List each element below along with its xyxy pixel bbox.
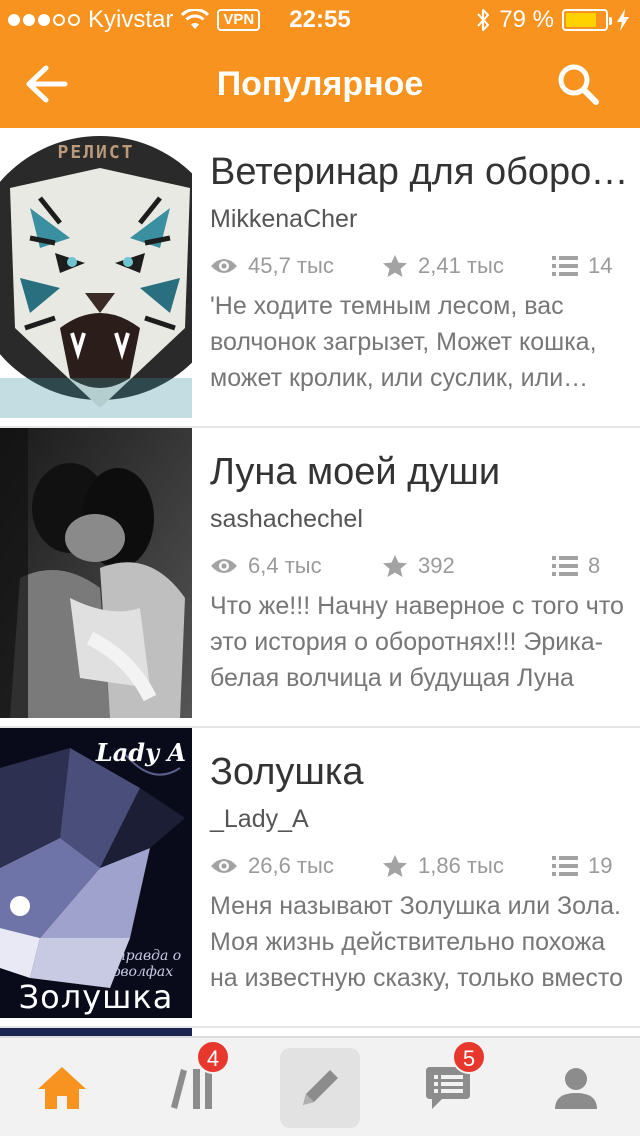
votes-stat: 2,41 тыс <box>382 253 552 279</box>
profile-icon <box>555 1068 597 1109</box>
views-count: 6,4 тыс <box>248 553 322 578</box>
star-icon <box>383 855 407 877</box>
search-icon <box>558 64 599 105</box>
story-item[interactable]: РЕЛИСТ Ветеринар для оборотней MikkenaCh… <box>0 128 640 428</box>
story-item[interactable] <box>0 1028 640 1036</box>
couple-cover-image <box>0 428 192 718</box>
star-icon <box>383 555 407 577</box>
story-item[interactable]: Lady A Вся правда о Верволфах Золушка Зо… <box>0 728 640 1028</box>
tab-write[interactable] <box>280 1048 360 1128</box>
list-icon <box>552 556 578 576</box>
story-title[interactable]: Луна моей души <box>210 448 630 496</box>
views-count: 45,7 тыс <box>248 253 334 278</box>
story-item[interactable]: Луна моей души sashachechel 6,4 тыс 392 … <box>0 428 640 728</box>
cover-label: РЕЛИСТ <box>57 142 135 163</box>
story-author[interactable]: _Lady_A <box>210 802 630 836</box>
views-stat: 45,7 тыс <box>210 253 382 279</box>
story-author[interactable]: MikkenaCher <box>210 202 630 236</box>
tiger-cover-image <box>0 128 192 418</box>
parts-count: 14 <box>588 253 613 278</box>
story-stats: 26,6 тыс 1,86 тыс 19 <box>210 848 630 884</box>
charging-icon <box>617 9 629 31</box>
tab-profile[interactable] <box>536 1048 616 1128</box>
cover-image <box>0 1028 192 1036</box>
story-description: Меня называют Золушка или Зола. Моя жизн… <box>210 892 623 992</box>
eye-icon <box>211 259 237 273</box>
votes-count: 1,86 тыс <box>418 853 504 878</box>
bluetooth-icon <box>477 9 490 31</box>
library-badge: 4 <box>196 1040 230 1074</box>
top-bar: Kyivstar VPN 22:55 79 % Популярное <box>0 0 640 128</box>
story-cover[interactable] <box>0 428 192 718</box>
story-list[interactable]: РЕЛИСТ Ветеринар для оборотней MikkenaCh… <box>0 128 640 1036</box>
eye-icon <box>211 859 237 873</box>
views-stat: 6,4 тыс <box>210 553 382 579</box>
story-cover[interactable] <box>0 1028 192 1036</box>
pencil-icon <box>303 1070 338 1105</box>
cover-sub-label: Вся правда о Верволфах <box>84 948 182 980</box>
votes-stat: 392 <box>382 553 552 579</box>
story-description: 'Не ходите темным лесом, вас волчонок за… <box>210 292 597 392</box>
parts-stat: 14 <box>552 253 612 279</box>
story-info[interactable]: Золушка _Lady_A 26,6 тыс 1,86 тыс 19 Мен… <box>192 728 640 1026</box>
page-title: Популярное <box>216 65 424 103</box>
home-icon <box>38 1067 86 1109</box>
list-icon <box>552 256 578 276</box>
search-button[interactable] <box>552 58 604 110</box>
parts-count: 19 <box>588 853 613 878</box>
tab-messages[interactable]: 5 <box>408 1040 488 1128</box>
story-author[interactable]: sashachechel <box>210 502 630 536</box>
story-stats: 45,7 тыс 2,41 тыс 14 <box>210 248 630 284</box>
status-bar: Kyivstar VPN 22:55 79 % <box>0 0 640 40</box>
votes-count: 392 <box>418 553 455 578</box>
story-info[interactable]: Ветеринар для оборотней MikkenaCher 45,7… <box>192 128 640 426</box>
cover-label: Золушка <box>18 978 174 1016</box>
cover-top-label: Lady A <box>95 738 186 767</box>
story-description: Что же!!! Начну наверное с того что это … <box>210 592 624 692</box>
votes-stat: 1,86 тыс <box>382 853 552 879</box>
parts-stat: 19 <box>552 853 612 879</box>
battery-icon <box>562 9 612 31</box>
parts-stat: 8 <box>552 553 600 579</box>
votes-count: 2,41 тыс <box>418 253 504 278</box>
status-right: 79 % <box>475 6 630 33</box>
views-stat: 26,6 тыс <box>210 853 382 879</box>
battery-percent: 79 % <box>499 6 554 33</box>
story-title[interactable]: Ветеринар для оборотней <box>210 148 630 196</box>
tab-bar: 4 5 <box>0 1036 640 1136</box>
eye-icon <box>211 559 237 573</box>
story-cover[interactable]: Lady A Вся правда о Верволфах Золушка <box>0 728 192 1018</box>
app-header: Популярное <box>0 40 640 128</box>
tab-library[interactable]: 4 <box>152 1040 232 1128</box>
story-title[interactable]: Золушка <box>210 748 630 796</box>
story-info[interactable]: Луна моей души sashachechel 6,4 тыс 392 … <box>192 428 640 726</box>
tab-home[interactable] <box>22 1048 102 1128</box>
story-stats: 6,4 тыс 392 8 <box>210 548 630 584</box>
parts-count: 8 <box>588 553 601 578</box>
messages-badge: 5 <box>452 1040 486 1074</box>
story-cover[interactable]: РЕЛИСТ <box>0 128 192 418</box>
views-count: 26,6 тыс <box>248 853 334 878</box>
star-icon <box>383 255 407 277</box>
list-icon <box>552 856 578 876</box>
